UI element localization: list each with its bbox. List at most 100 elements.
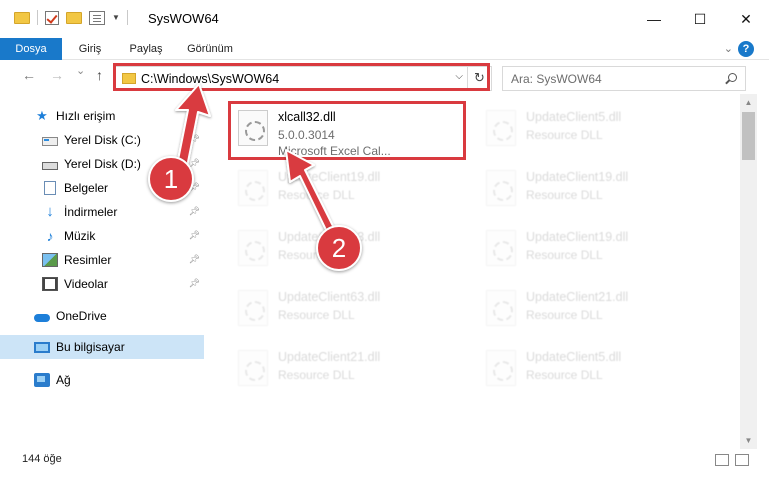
drive-icon (42, 137, 58, 146)
sidebar-item-network[interactable]: Ağ (0, 368, 204, 392)
help-icon[interactable]: ? (738, 41, 754, 57)
file-type: Resource DLL (526, 128, 603, 142)
star-icon: ★ (36, 108, 48, 123)
window-controls: — ☐ ✕ (631, 0, 769, 38)
file-name: UpdateClient5.dll (526, 110, 622, 124)
file-item[interactable]: UpdateClient19.dll Resource DLL (480, 160, 720, 216)
back-arrow-icon[interactable]: ← (22, 67, 36, 83)
sidebar-item-label: Belgeler (64, 181, 109, 195)
pin-icon[interactable]: 📌︎ (189, 206, 200, 217)
pin-icon[interactable]: 📌︎ (189, 134, 200, 145)
search-input[interactable]: Ara: SysWOW64 (511, 72, 602, 86)
sidebar-item-label: Videolar (64, 277, 108, 291)
window-bottom-edge (0, 473, 769, 489)
sidebar-item-this-pc[interactable]: Bu bilgisayar (0, 335, 204, 359)
download-icon: ↓ (46, 203, 54, 220)
file-item[interactable]: UpdateClient63.dll Resource DLL (232, 280, 472, 336)
file-type: Resource DLL (278, 188, 355, 202)
dll-file-icon (486, 110, 516, 146)
file-type: Resource DLL (526, 248, 603, 262)
tab-file[interactable]: Dosya (0, 38, 62, 60)
recent-locations-icon[interactable]: ⌄ (76, 64, 85, 77)
callout-badge-1: 1 (148, 156, 194, 202)
dll-file-icon (486, 350, 516, 386)
sidebar-item-music[interactable]: ♪ Müzik 📌︎ (0, 224, 204, 248)
sidebar-item-label: Hızlı erişim (56, 109, 116, 123)
sidebar-item-label: Yerel Disk (C:) (64, 133, 141, 147)
cloud-icon (34, 313, 50, 322)
sidebar-item-downloads[interactable]: ↓ İndirmeler 📌︎ (0, 200, 204, 224)
pin-icon[interactable]: 📌︎ (189, 230, 200, 241)
music-icon: ♪ (46, 228, 54, 244)
scroll-down-icon[interactable]: ▼ (740, 432, 757, 449)
tab-view[interactable]: Görünüm (174, 38, 246, 60)
pin-icon[interactable]: 📌︎ (189, 278, 200, 289)
network-icon (34, 373, 50, 387)
file-name: UpdateClient21.dll (526, 290, 629, 304)
documents-icon (44, 181, 56, 195)
search-icon[interactable] (728, 73, 737, 82)
file-type: Resource DLL (278, 308, 355, 322)
sidebar-item-label: Resimler (64, 253, 112, 267)
vertical-scrollbar[interactable]: ▲ ▼ (740, 94, 757, 449)
dll-file-icon (238, 230, 268, 266)
status-bar: 144 öğe (0, 449, 769, 473)
search-box[interactable]: Ara: SysWOW64 (502, 66, 746, 91)
large-icons-view-icon[interactable] (735, 454, 749, 466)
callout-badge-2: 2 (316, 225, 362, 271)
sidebar-item-label: Ağ (56, 373, 71, 387)
file-item[interactable]: UpdateClient19.dll Resource DLL (480, 220, 720, 276)
details-view-icon[interactable] (715, 454, 729, 466)
maximize-button[interactable]: ☐ (677, 0, 723, 38)
drive-icon (42, 162, 58, 170)
ribbon-tabs: Dosya Giriş Paylaş Görünüm ⌄ ? (0, 38, 769, 60)
sidebar-item-label: Bu bilgisayar (56, 340, 125, 354)
file-name: UpdateClient21.dll (278, 350, 381, 364)
dll-file-icon (238, 170, 268, 206)
file-item[interactable]: UpdateClient5.dll Resource DLL (480, 340, 720, 396)
minimize-button[interactable]: — (631, 0, 677, 38)
file-name: UpdateClient19.dll (526, 230, 629, 244)
toolbar-separator (37, 10, 38, 25)
scroll-up-icon[interactable]: ▲ (740, 94, 757, 111)
computer-icon (34, 341, 50, 353)
file-name: UpdateClient63.dll (278, 290, 381, 304)
file-item[interactable]: UpdateClient19.dll Resource DLL (232, 160, 472, 216)
file-type: Resource DLL (278, 368, 355, 382)
pin-icon[interactable]: 📌︎ (189, 254, 200, 265)
sidebar-item-local-disk-c[interactable]: Yerel Disk (C:) 📌︎ (0, 128, 204, 152)
scrollbar-thumb[interactable] (742, 112, 755, 160)
sidebar-item-pictures[interactable]: Resimler 📌︎ (0, 248, 204, 272)
folder-icon[interactable] (14, 11, 30, 24)
file-item[interactable]: UpdateClient21.dll Resource DLL (232, 340, 472, 396)
expand-ribbon-icon[interactable]: ⌄ (724, 42, 733, 55)
file-item[interactable]: UpdateClient21.dll Resource DLL (480, 280, 720, 336)
pictures-icon (42, 253, 58, 267)
tab-share[interactable]: Paylaş (118, 38, 174, 60)
item-count: 144 öğe (22, 453, 62, 465)
videos-icon (42, 277, 58, 291)
dll-file-icon (238, 290, 268, 326)
up-arrow-icon[interactable]: ↑ (96, 67, 103, 83)
sidebar-item-label: İndirmeler (64, 205, 118, 219)
tab-home[interactable]: Giriş (62, 38, 118, 60)
sidebar-item-videos[interactable]: Videolar 📌︎ (0, 272, 204, 296)
sidebar-item-label: Müzik (64, 229, 96, 243)
address-highlight-box (113, 63, 490, 91)
properties-check-icon[interactable] (45, 10, 59, 25)
sidebar-item-quick-access[interactable]: ★ Hızlı erişim (0, 104, 204, 128)
close-button[interactable]: ✕ (723, 0, 769, 38)
forward-arrow-icon[interactable]: → (50, 67, 64, 83)
file-name: UpdateClient19.dll (526, 170, 629, 184)
sidebar-item-onedrive[interactable]: OneDrive (0, 304, 204, 328)
file-name: UpdateClient5.dll (526, 350, 622, 364)
chevron-down-icon[interactable]: ▼ (112, 13, 120, 22)
view-toggle (715, 454, 749, 466)
file-type: Resource DLL (526, 368, 603, 382)
title-bar: ▼ SysWOW64 — ☐ ✕ (0, 0, 769, 38)
navigation-pane: ★ Hızlı erişim Yerel Disk (C:) 📌︎ Yerel … (0, 94, 204, 449)
file-highlight-box (228, 101, 466, 160)
file-item[interactable]: UpdateClient5.dll Resource DLL (480, 100, 720, 156)
customize-toolbar-icon[interactable] (89, 10, 105, 25)
new-folder-icon[interactable] (66, 11, 82, 24)
